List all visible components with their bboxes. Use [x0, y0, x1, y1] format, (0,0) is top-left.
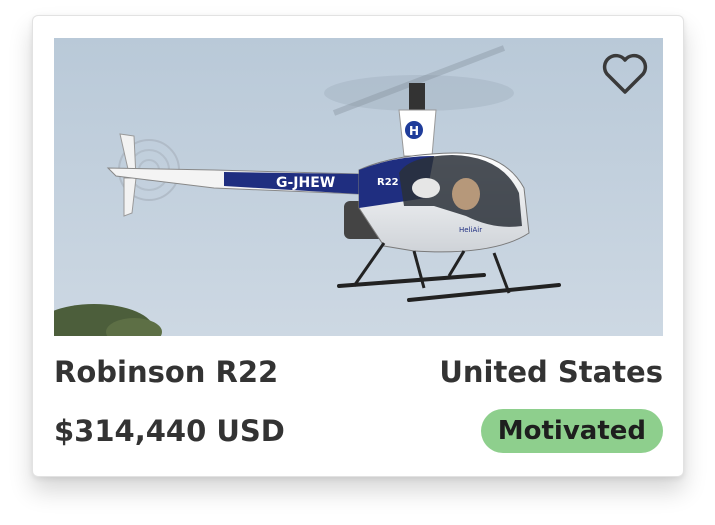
svg-text:G-JHEW: G-JHEW: [276, 175, 335, 191]
svg-text:R22: R22: [377, 177, 399, 188]
svg-text:HeliAir: HeliAir: [459, 226, 482, 234]
listing-location: United States: [439, 355, 663, 389]
helicopter-image: G-JHEW H R22 HeliAir: [54, 38, 663, 336]
listing-card[interactable]: G-JHEW H R22 HeliAir Robinson R22 United…: [32, 15, 684, 477]
svg-text:H: H: [409, 124, 419, 138]
status-badge: Motivated: [480, 409, 663, 453]
listing-price: $314,440 USD: [54, 414, 285, 448]
listing-title-row: Robinson R22 United States: [54, 352, 663, 392]
listing-price-row: $314,440 USD Motivated: [54, 408, 663, 454]
listing-photo[interactable]: G-JHEW H R22 HeliAir: [54, 38, 663, 336]
listing-title[interactable]: Robinson R22: [54, 355, 278, 389]
favorite-heart-icon[interactable]: [601, 52, 649, 96]
